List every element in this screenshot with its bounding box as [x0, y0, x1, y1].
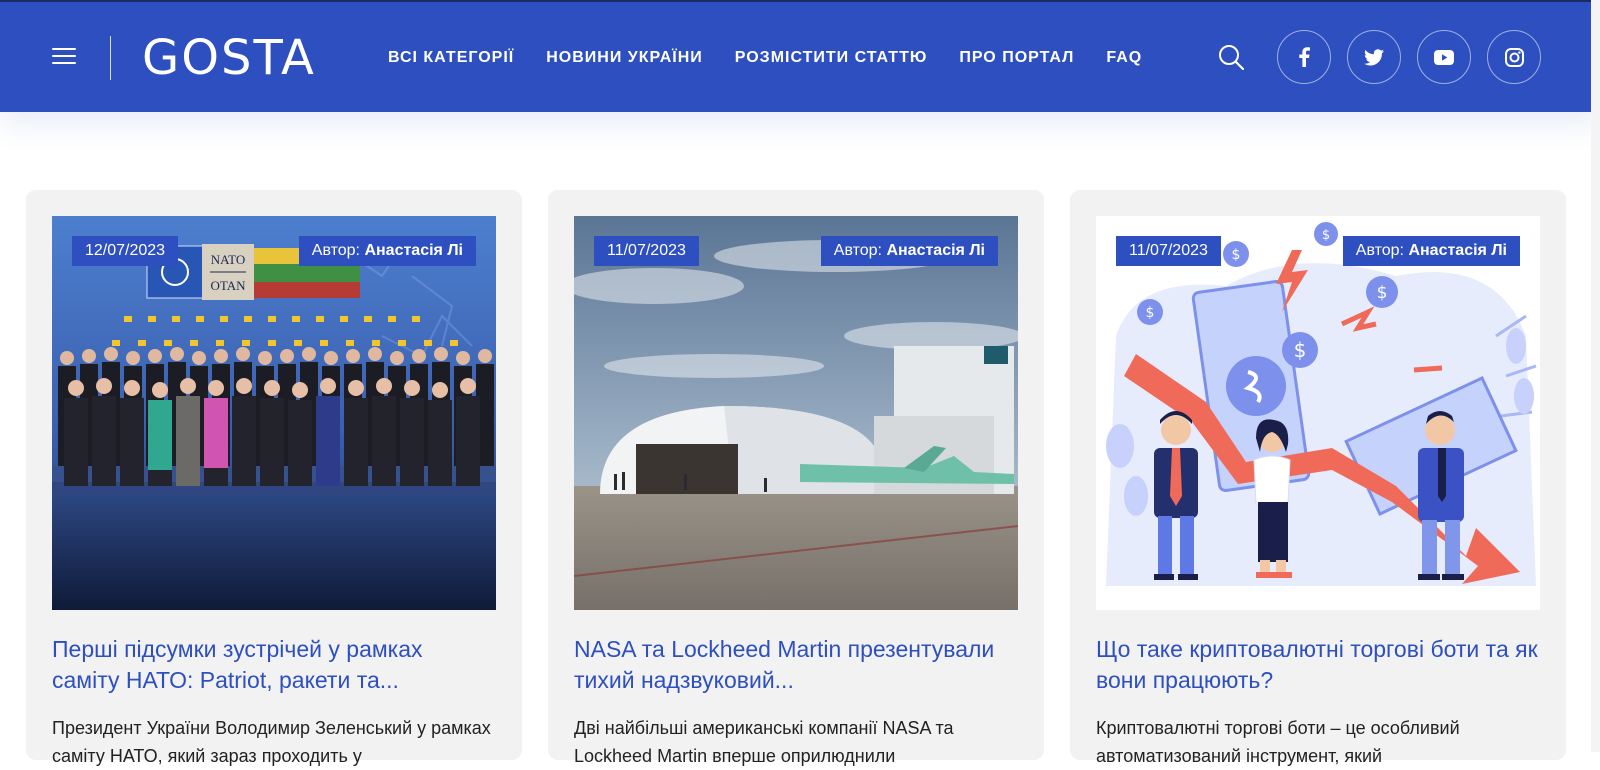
nav-about-portal[interactable]: ПРО ПОРТАЛ — [959, 48, 1074, 68]
article-image-nasa-aircraft[interactable]: 11/07/2023 Автор: Анастасія Лі — [574, 216, 1018, 610]
nav-faq[interactable]: FAQ — [1106, 48, 1142, 68]
article-title[interactable]: Перші підсумки зустрічей у рамках саміту… — [52, 634, 496, 696]
article-card[interactable]: 11/07/2023 Автор: Анастасія Лі NASA та L… — [548, 190, 1044, 766]
author-label: Автор: — [1355, 242, 1404, 259]
svg-text:$: $ — [1322, 228, 1330, 243]
twitter-icon[interactable] — [1347, 30, 1401, 84]
article-date-badge: 12/07/2023 — [72, 236, 179, 266]
nav-ukraine-news[interactable]: НОВИНИ УКРАЇНИ — [546, 48, 703, 68]
otan-sign-text: OTAN — [210, 278, 246, 293]
article-image-nato-summit[interactable]: NATO OTAN 12/07/2023 Автор: Анастасія Лі — [52, 216, 496, 610]
svg-text:$: $ — [1232, 247, 1241, 263]
article-title[interactable]: NASA та Lockheed Martin презентували тих… — [574, 634, 1018, 696]
nav-all-categories[interactable]: ВСІ КАТЕГОРІЇ — [388, 48, 514, 68]
search-icon[interactable] — [1218, 44, 1245, 71]
article-excerpt: Президент України Володимир Зеленський у… — [52, 718, 491, 766]
main-nav: ВСІ КАТЕГОРІЇ НОВИНИ УКРАЇНИ РОЗМІСТИТИ … — [388, 48, 1142, 68]
site-logo[interactable]: GOSTA — [142, 30, 316, 86]
article-excerpt: Дві найбільші американські компанії NASA… — [574, 718, 954, 766]
svg-text:$: $ — [1294, 338, 1307, 362]
author-name[interactable]: Анастасія Лі — [886, 242, 985, 259]
crypto-illustration: $ $ $ $ $ — [1096, 216, 1540, 610]
author-label: Автор: — [311, 242, 360, 259]
article-image-crypto-bots[interactable]: $ $ $ $ $ 11/07/2023 Автор: Анастасія Лі — [1096, 216, 1540, 610]
article-author-badge[interactable]: Автор: Анастасія Лі — [1342, 236, 1520, 266]
author-name[interactable]: Анастасія Лі — [1408, 242, 1507, 259]
article-card[interactable]: NATO OTAN 12/07/2023 Автор: Анастасія Лі… — [26, 190, 522, 766]
nav-submit-article[interactable]: РОЗМІСТИТИ СТАТТЮ — [735, 48, 928, 68]
page-scrollbar[interactable] — [1591, 0, 1600, 752]
menu-icon[interactable] — [52, 46, 76, 66]
article-date-badge: 11/07/2023 — [1116, 236, 1221, 266]
article-card[interactable]: $ $ $ $ $ 11/07/2023 Автор: Анастасія Лі… — [1070, 190, 1566, 766]
site-header: GOSTA ВСІ КАТЕГОРІЇ НОВИНИ УКРАЇНИ РОЗМІ… — [0, 0, 1600, 112]
youtube-icon[interactable] — [1417, 30, 1471, 84]
nato-sign-text: NATO — [211, 252, 245, 267]
article-excerpt: Криптовалютні торгові боти – це особливи… — [1096, 718, 1460, 766]
facebook-icon[interactable] — [1277, 30, 1331, 84]
hangar-aircraft-photo — [574, 216, 1018, 610]
article-title[interactable]: Що таке криптовалютні торгові боти та як… — [1096, 634, 1540, 696]
author-label: Автор: — [833, 242, 882, 259]
article-author-badge[interactable]: Автор: Анастасія Лі — [820, 236, 998, 266]
svg-text:$: $ — [1146, 305, 1155, 321]
instagram-icon[interactable] — [1487, 30, 1541, 84]
article-date-badge: 11/07/2023 — [594, 236, 699, 266]
svg-text:$: $ — [1377, 283, 1388, 303]
article-author-badge[interactable]: Автор: Анастасія Лі — [298, 236, 476, 266]
header-divider — [110, 36, 111, 80]
author-name[interactable]: Анастасія Лі — [364, 242, 463, 259]
top-border — [0, 0, 1600, 2]
nato-summit-photo: NATO OTAN — [52, 216, 496, 610]
